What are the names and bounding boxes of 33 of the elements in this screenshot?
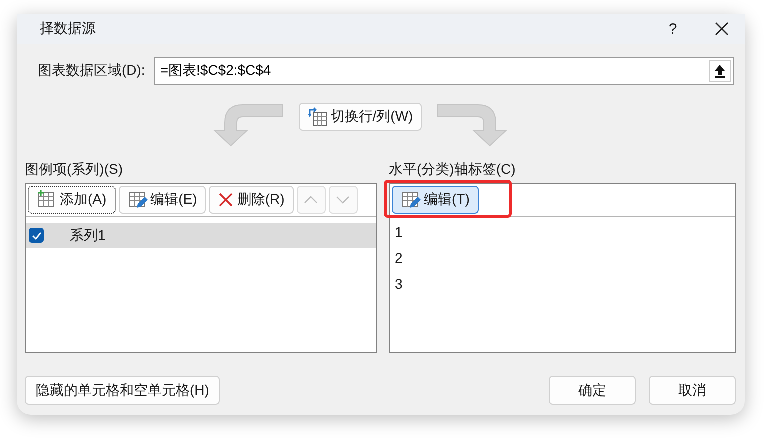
- ok-button[interactable]: 确定: [549, 376, 636, 405]
- panel-label: 水平(分类)轴标签(C): [389, 161, 517, 179]
- axis-label-item[interactable]: 1: [390, 219, 735, 245]
- window-title: 择数据源: [40, 20, 97, 38]
- panel-label: 图例项(系列)(S): [25, 161, 124, 179]
- field-label: 图表数据区域(D):: [38, 62, 146, 80]
- table-edit-icon: [401, 190, 421, 210]
- checkbox[interactable]: [29, 228, 44, 243]
- chevron-down-icon: [336, 196, 350, 204]
- series-name: 系列1: [70, 226, 106, 244]
- curved-arrow-icon: [212, 103, 285, 147]
- hidden-cells-button[interactable]: 隐藏的单元格和空单元格(H): [25, 376, 220, 405]
- axis-label-item[interactable]: 2: [390, 245, 735, 271]
- series-row[interactable]: 系列1: [26, 223, 376, 248]
- switch-row-column-button[interactable]: 切换行/列(W): [298, 103, 422, 131]
- chevron-up-icon: [304, 196, 318, 204]
- switch-icon: [308, 107, 328, 127]
- remove-button[interactable]: 删除(R): [209, 186, 294, 214]
- table-add-icon: [37, 190, 57, 210]
- edit-button[interactable]: 编辑(E): [118, 186, 206, 214]
- range-field[interactable]: =图表!$C$2:$C$4: [154, 57, 734, 85]
- cancel-button[interactable]: 取消: [649, 376, 736, 405]
- edit-button[interactable]: 编辑(T): [392, 186, 479, 214]
- curved-arrow-icon: [436, 103, 508, 147]
- add-button[interactable]: 添加(A): [28, 186, 116, 214]
- collapse-button[interactable]: [709, 60, 731, 82]
- axis-label-item[interactable]: 3: [390, 271, 735, 297]
- upload-arrow-icon: [714, 64, 726, 78]
- checkmark-icon: [32, 232, 42, 240]
- close-icon: [218, 192, 234, 208]
- table-edit-icon: [128, 190, 148, 210]
- close-icon[interactable]: [715, 22, 729, 36]
- help-button[interactable]: ?: [653, 20, 693, 38]
